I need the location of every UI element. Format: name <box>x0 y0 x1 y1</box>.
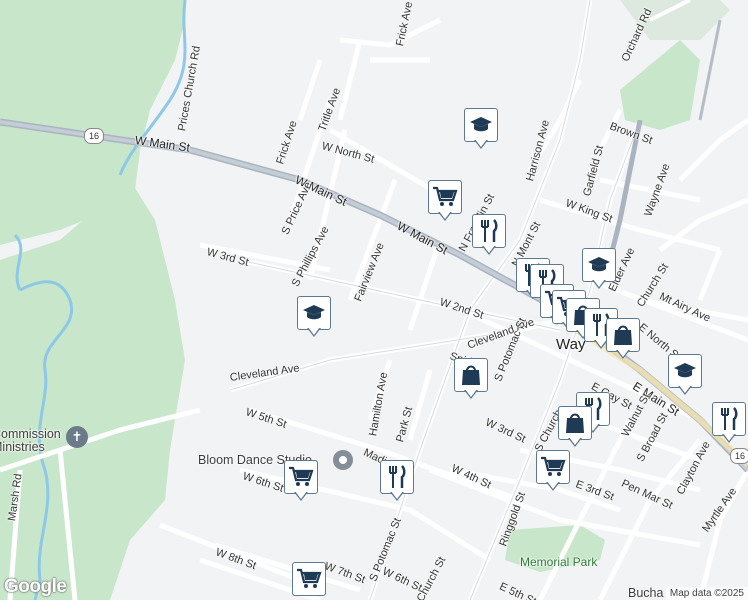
map-attribution[interactable]: Map data ©2025 <box>665 587 748 600</box>
grocery-store-pin[interactable] <box>536 450 572 494</box>
school-pin[interactable] <box>297 296 333 340</box>
shopping-cart-icon <box>433 186 458 206</box>
graduation-cap-icon <box>674 363 696 378</box>
commission-ministries-label[interactable]: Commission Ministries <box>0 428 61 454</box>
restaurant-pin[interactable] <box>712 402 748 446</box>
shopping-cart-icon <box>541 456 566 476</box>
route-16-shield-west: 16 <box>84 128 104 144</box>
shopping-cart-icon <box>289 466 314 486</box>
fork-knife-icon <box>389 465 406 488</box>
shopping-pin[interactable] <box>606 318 642 362</box>
school-pin[interactable] <box>464 108 500 152</box>
map-view[interactable]: Frick Ave Orchard Rd Prices Church Rd Tr… <box>0 0 748 600</box>
restaurant-pin[interactable] <box>472 214 508 258</box>
google-logo[interactable]: Google <box>4 576 67 598</box>
grocery-store-pin[interactable] <box>428 180 464 224</box>
shopping-pin[interactable] <box>558 406 594 450</box>
shopping-cart-icon <box>297 568 322 588</box>
restaurant-pin[interactable] <box>380 460 416 504</box>
graduation-cap-icon <box>588 257 610 272</box>
bucha-label: Bucha <box>628 586 664 600</box>
bloom-dance-studio-icon[interactable] <box>333 450 353 470</box>
shopping-bag-icon <box>462 365 480 385</box>
fork-knife-icon <box>721 407 738 430</box>
church-icon[interactable]: ✝ <box>66 426 88 448</box>
school-pin[interactable] <box>668 354 704 398</box>
graduation-cap-icon <box>303 305 325 320</box>
school-pin[interactable] <box>582 248 618 292</box>
graduation-cap-icon <box>470 117 492 132</box>
memorial-park-label[interactable]: Memorial Park <box>520 555 597 569</box>
grocery-store-pin[interactable] <box>284 460 320 504</box>
fork-knife-icon <box>481 219 498 242</box>
grocery-store-pin[interactable] <box>292 562 328 600</box>
shopping-bag-icon <box>566 413 584 433</box>
shopping-pin[interactable] <box>454 358 490 402</box>
route-16-shield-east: 16 <box>730 448 748 464</box>
shopping-bag-icon <box>614 325 632 345</box>
